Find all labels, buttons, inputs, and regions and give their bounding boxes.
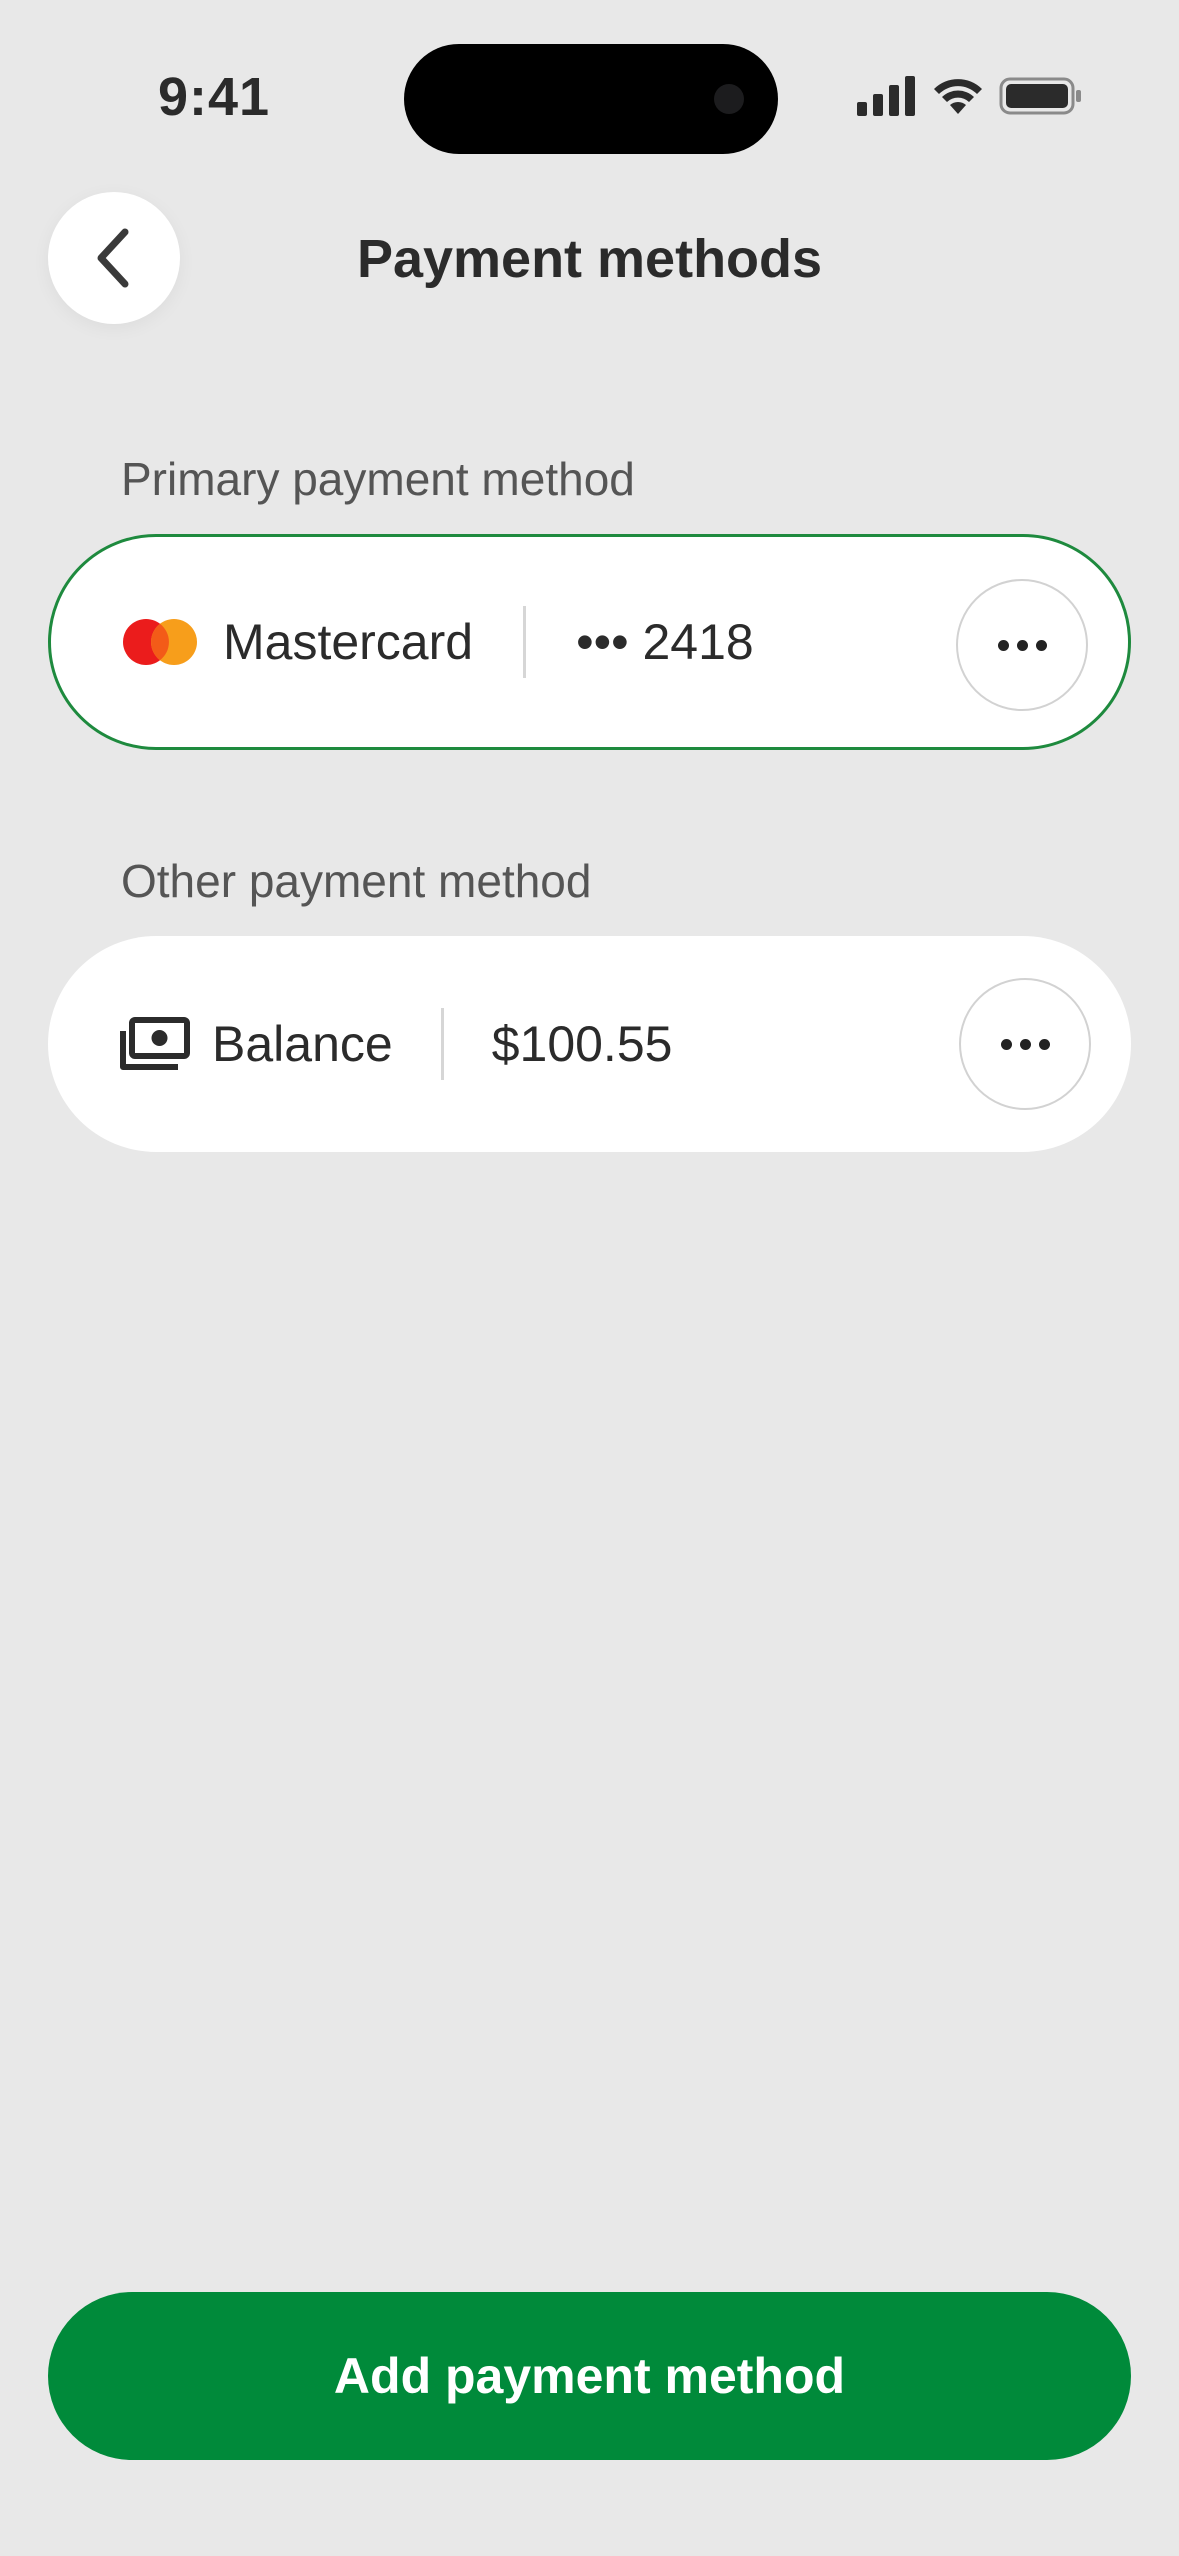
status-time: 9:41 — [158, 67, 271, 127]
mastercard-logo-icon — [123, 619, 197, 665]
camera-icon — [714, 84, 744, 114]
page-title: Payment methods — [356, 229, 823, 289]
primary-payment-card[interactable]: Mastercard ••• 2418 — [48, 534, 1131, 750]
more-options-button[interactable] — [959, 978, 1091, 1110]
card-name: Mastercard — [223, 614, 474, 670]
balance-payment-card[interactable]: Balance $100.55 — [48, 936, 1131, 1152]
card-masked-number: ••• 2418 — [576, 614, 754, 670]
divider — [523, 606, 527, 678]
cash-icon — [120, 1017, 190, 1070]
card-name: Balance — [212, 1016, 393, 1072]
add-payment-method-button[interactable]: Add payment method — [48, 2292, 1131, 2460]
more-dot — [1019, 1038, 1031, 1050]
battery-icon — [999, 77, 1081, 115]
wifi-icon — [934, 79, 982, 114]
divider — [440, 1008, 444, 1080]
more-icon — [997, 639, 1009, 651]
status-icons — [857, 76, 1083, 116]
primary-section-label: Primary payment method — [121, 453, 635, 505]
other-section-label: Other payment method — [121, 855, 592, 907]
cellular-signal-icon — [857, 76, 915, 116]
balance-amount: $100.55 — [491, 1016, 673, 1072]
dynamic-island — [404, 44, 778, 154]
more-options-button[interactable] — [956, 579, 1088, 711]
more-dot — [1035, 639, 1047, 651]
more-dot — [1016, 639, 1028, 651]
more-dot — [1038, 1038, 1050, 1050]
more-icon — [1000, 1038, 1012, 1050]
